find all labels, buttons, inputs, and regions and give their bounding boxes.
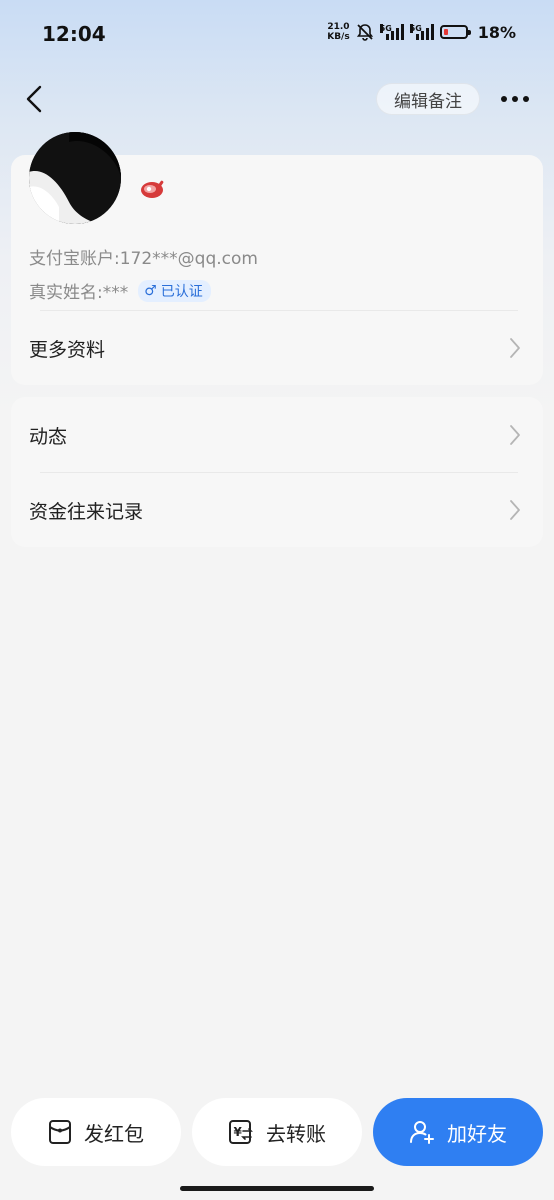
moments-row[interactable]: 动态 xyxy=(11,405,543,465)
more-button[interactable] xyxy=(498,87,532,111)
more-info-row[interactable]: 更多资料 xyxy=(11,318,543,378)
add-friend-button[interactable]: 加好友 xyxy=(373,1098,543,1166)
status-time: 12:04 xyxy=(42,22,106,46)
chevron-right-icon xyxy=(510,338,520,358)
add-user-icon xyxy=(410,1121,434,1144)
real-name-line: 真实姓名:*** ♂ 已认证 xyxy=(29,278,211,303)
verified-badge: ♂ 已认证 xyxy=(138,279,211,302)
avatar[interactable] xyxy=(29,132,121,224)
alipay-account: 支付宝账户:172***@qq.com xyxy=(29,249,258,269)
avatar-image xyxy=(29,132,121,224)
fund-records-row[interactable]: 资金往来记录 xyxy=(11,480,543,540)
back-button[interactable] xyxy=(18,82,50,116)
transfer-label: 去转账 xyxy=(266,1121,326,1146)
male-icon: ♂ xyxy=(144,282,157,299)
more-dot xyxy=(512,96,518,102)
chevron-right-icon xyxy=(510,425,520,445)
red-packet-label: 发红包 xyxy=(84,1121,144,1146)
status-icons: 21.0 KB/s 5G 5G 18% xyxy=(327,22,516,42)
net-speed-value: 21.0 xyxy=(327,22,350,32)
add-friend-label: 加好友 xyxy=(447,1121,507,1146)
mute-bell-icon xyxy=(356,24,373,41)
network-label-1: 5G xyxy=(379,24,392,33)
transfer-icon: ¥ xyxy=(229,1120,253,1144)
transfer-button[interactable]: ¥ 去转账 xyxy=(192,1098,362,1166)
battery-icon xyxy=(439,25,471,39)
svg-text:¥: ¥ xyxy=(234,1125,243,1139)
back-arrow-icon xyxy=(26,85,42,113)
battery-fill xyxy=(443,29,448,35)
divider xyxy=(40,310,518,311)
home-indicator[interactable] xyxy=(180,1186,374,1191)
real-name: 真实姓名:*** xyxy=(29,283,129,303)
signal-icon-1: 5G xyxy=(379,24,404,40)
more-dot xyxy=(501,96,507,102)
signal-icon-2: 5G xyxy=(409,24,434,40)
more-dot xyxy=(523,96,529,102)
network-label-2: 5G xyxy=(409,24,422,33)
net-speed: 21.0 KB/s xyxy=(327,22,349,42)
divider xyxy=(40,472,518,473)
moments-label: 动态 xyxy=(29,425,68,448)
send-red-packet-button[interactable]: 发红包 xyxy=(11,1098,181,1166)
battery-text: 18% xyxy=(477,22,516,42)
edit-remark-button[interactable]: 编辑备注 xyxy=(376,83,480,115)
more-info-label: 更多资料 xyxy=(29,338,106,361)
fund-records-label: 资金往来记录 xyxy=(29,500,144,523)
links-card: 动态 资金往来记录 xyxy=(11,397,543,547)
meat-icon xyxy=(141,180,164,198)
red-packet-icon xyxy=(49,1120,71,1144)
net-speed-unit: KB/s xyxy=(327,32,350,42)
verified-label: 已认证 xyxy=(160,283,203,300)
chevron-right-icon xyxy=(510,500,520,520)
